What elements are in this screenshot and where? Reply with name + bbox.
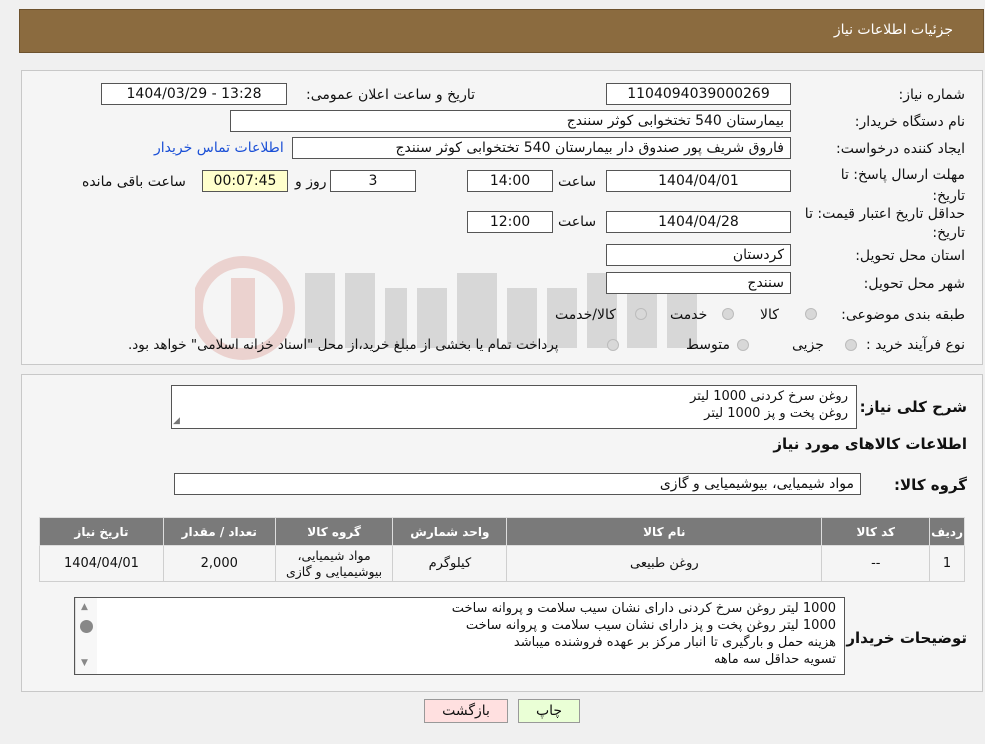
need-number-label: شماره نیاز: [898, 87, 966, 103]
deadline-time-field: 14:00 [467, 170, 553, 192]
creator-field: فاروق شریف پور صندوق دار بیمارستان 540 ت… [292, 137, 791, 159]
city-label: شهر محل تحویل: [863, 276, 965, 292]
notes-scrollbar[interactable]: ▲ ▼ [75, 598, 97, 674]
validity-label: حداقل تاریخ اعتبار قیمت: تا تاریخ: [804, 206, 965, 241]
summary-line-1: روغن سرخ کردنی 1000 لیتر [690, 389, 848, 404]
need-number-field: 1104094039000269 [606, 83, 791, 105]
goods-table: ردیف کد کالا نام کالا واحد شمارش گروه کا… [39, 517, 965, 582]
scroll-thumb[interactable] [80, 620, 93, 633]
buyer-contact-link[interactable]: اطلاعات تماس خریدار [154, 140, 284, 156]
cell-row: 1 [929, 545, 965, 582]
summary-line-2: روغن پخت و پز 1000 لیتر [704, 406, 848, 421]
col-name: نام کالا [506, 517, 823, 546]
summary-textarea[interactable]: روغن سرخ کردنی 1000 لیتر روغن پخت و پز 1… [171, 385, 857, 429]
col-row: ردیف [929, 517, 965, 546]
back-button[interactable]: بازگشت [424, 699, 508, 723]
process-label: نوع فرآیند خرید : [866, 337, 965, 353]
category-label: طبقه بندی موضوعی: [841, 307, 965, 323]
notes-line-1: 1000 لیتر روغن سرخ کردنی دارای نشان سیب … [451, 601, 836, 616]
cell-group-line-1: مواد شیمیایی، [297, 547, 371, 563]
summary-label: شرح کلی نیاز: [859, 398, 967, 416]
col-group: گروه کالا [274, 517, 394, 546]
process-note: پرداخت تمام یا بخشی از مبلغ خرید،از محل … [128, 337, 559, 353]
page-title: جزئیات اطلاعات نیاز [833, 22, 953, 38]
province-label: استان محل تحویل: [855, 248, 965, 264]
print-button[interactable]: چاپ [518, 699, 580, 723]
remaining-time-field: 00:07:45 [202, 170, 288, 192]
goods-group-label: گروه کالا: [894, 476, 967, 494]
cell-unit: کیلوگرم [392, 545, 508, 582]
notes-line-3: هزینه حمل و بارگیری تا انبار مرکز بر عهد… [513, 635, 836, 650]
col-unit: واحد شمارش [392, 517, 508, 546]
notes-line-4: تسویه حداقل سه ماهه [713, 652, 836, 667]
col-qty: تعداد / مقدار [162, 517, 276, 546]
deadline-label: مهلت ارسال پاسخ: تا تاریخ: [840, 167, 965, 204]
buyer-org-field: بیمارستان 540 تختخوابی کوثر سنندج [230, 110, 791, 132]
days-label: روز و [295, 174, 327, 190]
category-option-goods-service: کالا/خدمت [555, 307, 616, 323]
cell-group: مواد شیمیایی، بیوشیمیایی و گازی [274, 545, 394, 582]
validity-time-field: 12:00 [467, 211, 553, 233]
category-radio-service[interactable] [722, 308, 734, 320]
resize-handle-icon[interactable]: ◢ [173, 416, 180, 426]
scroll-down-icon[interactable]: ▼ [81, 658, 88, 668]
process-option-minor: جزیی [792, 337, 824, 353]
category-radio-goods[interactable] [805, 308, 817, 320]
process-option-medium: متوسط [686, 337, 730, 353]
col-code: کد کالا [821, 517, 931, 546]
remaining-label: ساعت باقی مانده [82, 174, 186, 190]
category-option-goods: کالا [760, 307, 779, 323]
cell-group-line-2: بیوشیمیایی و گازی [285, 563, 383, 579]
creator-label: ایجاد کننده درخواست: [836, 141, 965, 157]
days-field: 3 [330, 170, 416, 192]
announce-label: تاریخ و ساعت اعلان عمومی: [306, 87, 475, 103]
notes-line-2: 1000 لیتر روغن پخت و پز دارای نشان سیب س… [465, 618, 836, 633]
goods-section-title: اطلاعات کالاهای مورد نیاز [773, 435, 967, 453]
cell-code: -- [821, 545, 931, 582]
province-field: کردستان [606, 244, 791, 266]
category-option-service: خدمت [670, 307, 708, 323]
cell-date: 1404/04/01 [39, 545, 164, 582]
deadline-date-field: 1404/04/01 [606, 170, 791, 192]
cell-name: روغن طبیعی [506, 545, 823, 582]
city-field: سنندج [606, 272, 791, 294]
buyer-org-label: نام دستگاه خریدار: [854, 114, 965, 130]
buyer-notes-label: توضیحات خریدار: [840, 629, 967, 647]
cell-qty: 2,000 [162, 545, 276, 582]
announce-field: 1404/03/29 - 13:28 [101, 83, 287, 105]
col-date: تاریخ نیاز [39, 517, 164, 546]
buyer-notes-textarea[interactable]: 1000 لیتر روغن سرخ کردنی دارای نشان سیب … [74, 597, 845, 675]
process-radio-minor[interactable] [845, 339, 857, 351]
goods-group-field: مواد شیمیایی، بیوشیمیایی و گازی [174, 473, 861, 495]
scroll-up-icon[interactable]: ▲ [81, 602, 88, 612]
validity-date-field: 1404/04/28 [606, 211, 791, 233]
deadline-time-label: ساعت [558, 174, 597, 190]
table-row: 1 -- روغن طبیعی کیلوگرم مواد شیمیایی، بی… [39, 545, 965, 582]
category-radio-goods-service[interactable] [635, 308, 647, 320]
process-radio-medium[interactable] [737, 339, 749, 351]
process-radio-treasury[interactable] [607, 339, 619, 351]
validity-time-label: ساعت [558, 214, 597, 230]
